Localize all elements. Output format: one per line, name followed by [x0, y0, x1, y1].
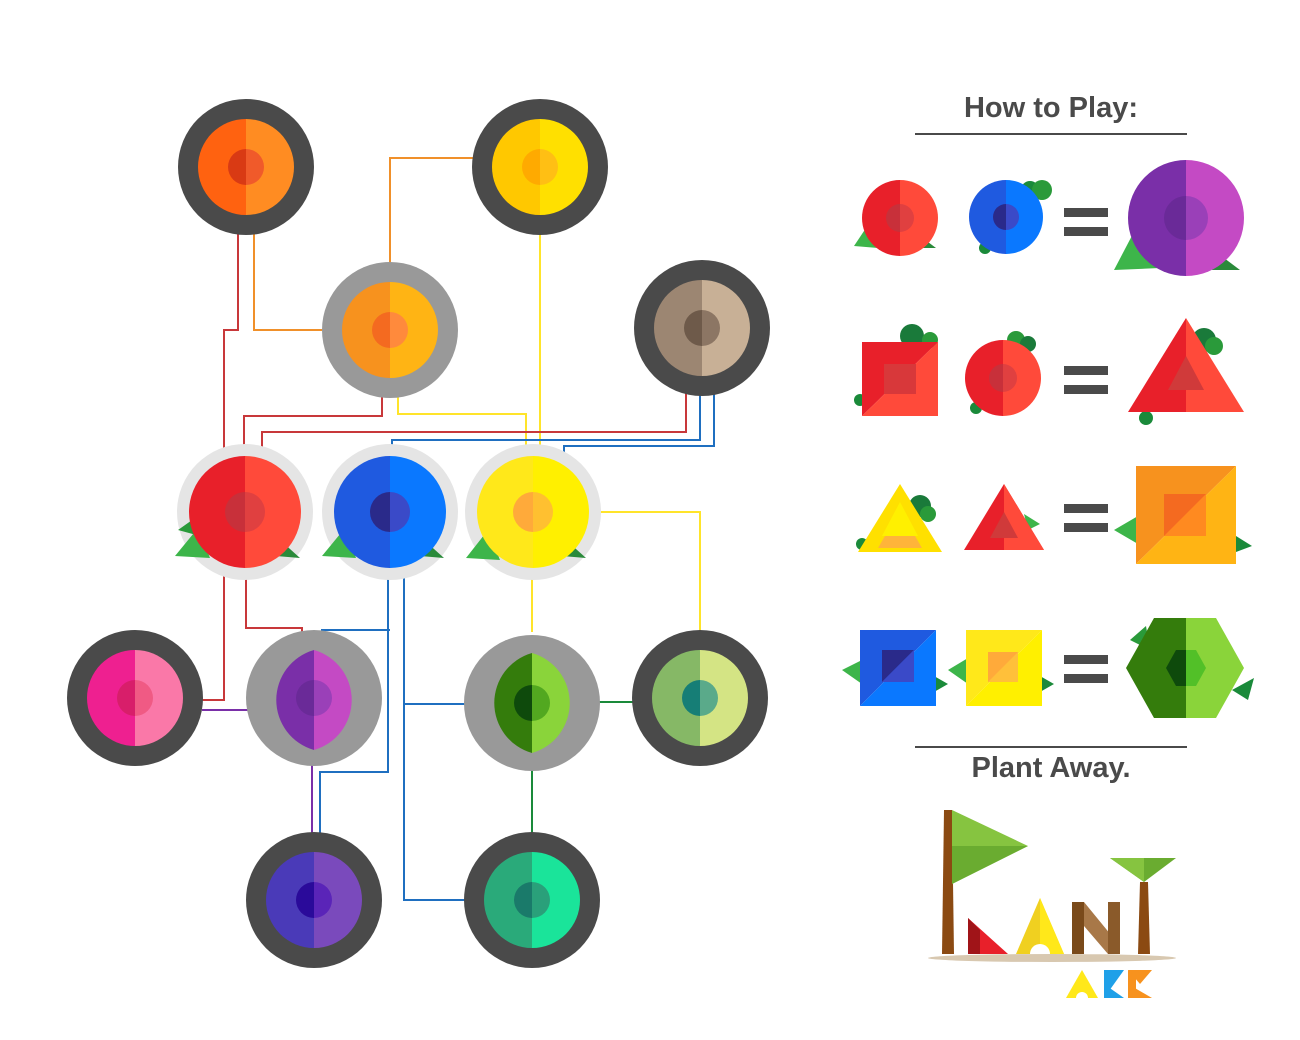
red-circle-icon [854, 180, 938, 256]
how-to-play-title: How to Play: [963, 92, 1138, 124]
red-triangle-icon [964, 484, 1044, 550]
node-blue[interactable] [322, 444, 458, 580]
blue-square-icon [842, 630, 948, 706]
green-hexagon-icon [1126, 618, 1254, 718]
node-yellow[interactable] [465, 444, 601, 580]
recipe-list [842, 160, 1254, 718]
recipe-row-3 [856, 466, 1252, 564]
connection-line [403, 570, 466, 901]
node-red[interactable] [175, 444, 313, 580]
node-green[interactable] [464, 635, 600, 771]
equals-icon [1064, 655, 1108, 683]
connection-line [253, 232, 322, 331]
purple-circle-icon [1114, 160, 1244, 276]
red-triangle-icon [1128, 318, 1244, 425]
yellow-square-icon [948, 630, 1054, 706]
recipe-row-2 [854, 318, 1244, 425]
connection-line [389, 157, 474, 262]
node-amber[interactable] [322, 262, 458, 398]
recipe-row-4 [842, 618, 1254, 718]
node-orange[interactable] [178, 99, 314, 235]
red-square-icon [854, 324, 938, 416]
board-nodes [67, 99, 770, 968]
node-tan[interactable] [634, 260, 770, 396]
orange-square-icon [1114, 466, 1252, 564]
title-divider [915, 133, 1187, 135]
node-indigo[interactable] [246, 832, 382, 968]
tagline: Plant Away. [971, 752, 1131, 784]
connection-line [397, 392, 527, 446]
yellow-triangle-icon [856, 484, 942, 552]
tagline-divider [915, 746, 1187, 748]
node-teal[interactable] [464, 832, 600, 968]
blue-circle-icon [969, 180, 1052, 254]
plant-age-logo [928, 810, 1176, 998]
recipe-row-1 [854, 160, 1244, 276]
equals-icon [1064, 208, 1108, 236]
node-purple[interactable] [246, 630, 382, 766]
equals-icon [1064, 504, 1108, 532]
node-pink[interactable] [67, 630, 203, 766]
connection-line [243, 392, 383, 446]
game-board [67, 99, 1254, 998]
equals-icon [1064, 366, 1108, 394]
node-gold[interactable] [472, 99, 608, 235]
connection-line [600, 511, 701, 632]
red-circle-icon [965, 331, 1041, 416]
node-lime[interactable] [632, 630, 768, 766]
